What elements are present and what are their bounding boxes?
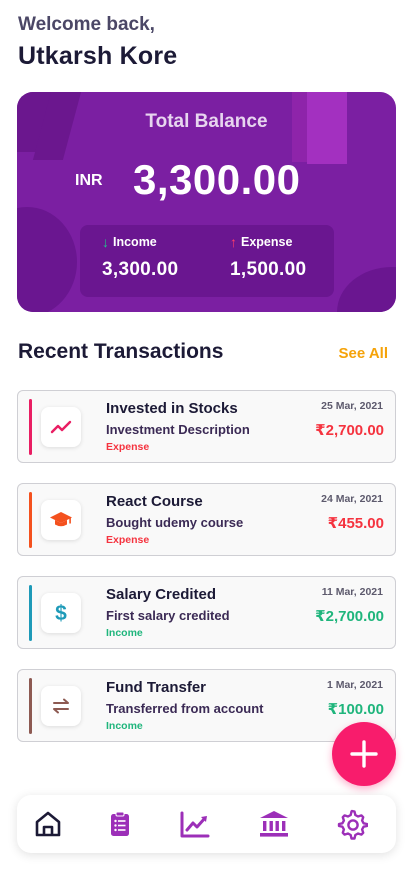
nav-bank-button[interactable]	[258, 808, 290, 840]
transaction-item[interactable]: Invested in Stocks Investment Descriptio…	[17, 390, 396, 463]
nav-chart-button[interactable]	[179, 808, 211, 840]
transaction-accent-bar	[29, 585, 32, 641]
welcome-text: Welcome back,	[18, 14, 155, 35]
income-label: Income	[113, 235, 157, 249]
plus-icon	[350, 740, 378, 768]
transaction-title: React Course	[106, 493, 203, 510]
transaction-date: 11 Mar, 2021	[321, 586, 383, 598]
recent-transactions-title: Recent Transactions	[18, 340, 224, 363]
transaction-amount: ₹100.00	[327, 701, 384, 718]
transaction-date: 1 Mar, 2021	[326, 679, 383, 691]
transaction-amount: ₹455.00	[327, 515, 384, 532]
clipboard-icon	[111, 811, 129, 836]
settings-gear-icon	[337, 809, 368, 840]
expense-label: Expense	[241, 235, 293, 249]
transaction-date: 24 Mar, 2021	[321, 493, 383, 505]
transaction-accent-bar	[29, 492, 32, 548]
nav-home-button[interactable]	[32, 808, 64, 840]
transaction-accent-bar	[29, 399, 32, 455]
transaction-description: Investment Description	[106, 422, 250, 437]
transaction-item[interactable]: React Course Bought udemy course Expense…	[17, 483, 396, 556]
arrow-up-icon: ↑	[230, 234, 237, 250]
transaction-amount: ₹2,700.00	[315, 422, 384, 439]
bank-icon	[260, 811, 288, 837]
add-transaction-button[interactable]	[332, 722, 396, 786]
username: Utkarsh Kore	[18, 42, 178, 70]
trending-up-icon	[41, 407, 81, 447]
svg-text:$: $	[55, 602, 67, 625]
transaction-date: 25 Mar, 2021	[321, 400, 383, 412]
transaction-description: Bought udemy course	[106, 515, 244, 530]
transaction-description: First salary credited	[106, 608, 230, 623]
transaction-title: Fund Transfer	[106, 679, 207, 696]
transaction-type: Expense	[106, 534, 150, 546]
transaction-description: Transferred from account	[106, 701, 264, 716]
nav-settings-button[interactable]	[336, 808, 368, 840]
transaction-title: Salary Credited	[106, 586, 217, 603]
transaction-item[interactable]: Fund Transfer Transferred from account I…	[17, 669, 396, 742]
transaction-type: Income	[106, 627, 143, 639]
graduation-cap-icon	[41, 500, 81, 540]
expense-summary: ↑ Expense 1,500.00	[230, 235, 306, 281]
transaction-type: Income	[106, 720, 143, 732]
card-decoration	[17, 207, 77, 312]
income-summary: ↓ Income 3,300.00	[102, 235, 178, 281]
transaction-amount: ₹2,700.00	[315, 608, 384, 625]
transaction-item[interactable]: $ Salary Credited First salary credited …	[17, 576, 396, 649]
balance-card: Total Balance INR 3,300.00 ↓ Income 3,30…	[17, 92, 396, 312]
transfer-arrows-icon	[41, 686, 81, 726]
balance-currency: INR	[75, 172, 103, 189]
chart-icon	[180, 811, 210, 838]
bottom-navigation	[17, 795, 396, 853]
nav-clipboard-button[interactable]	[104, 808, 136, 840]
transaction-accent-bar	[29, 678, 32, 734]
income-expense-summary: ↓ Income 3,300.00 ↑ Expense 1,500.00	[80, 225, 334, 297]
header: Welcome back, Utkarsh Kore	[18, 14, 177, 71]
dollar-icon: $	[41, 593, 81, 633]
home-icon	[35, 811, 61, 837]
arrow-down-icon: ↓	[102, 234, 109, 250]
see-all-link[interactable]: See All	[339, 345, 388, 362]
balance-title: Total Balance	[145, 111, 268, 132]
expense-value: 1,500.00	[230, 259, 307, 280]
card-decoration	[337, 267, 396, 312]
income-value: 3,300.00	[102, 259, 179, 280]
transaction-title: Invested in Stocks	[106, 400, 238, 417]
transaction-type: Expense	[106, 441, 150, 453]
balance-amount: 3,300.00	[133, 156, 301, 203]
